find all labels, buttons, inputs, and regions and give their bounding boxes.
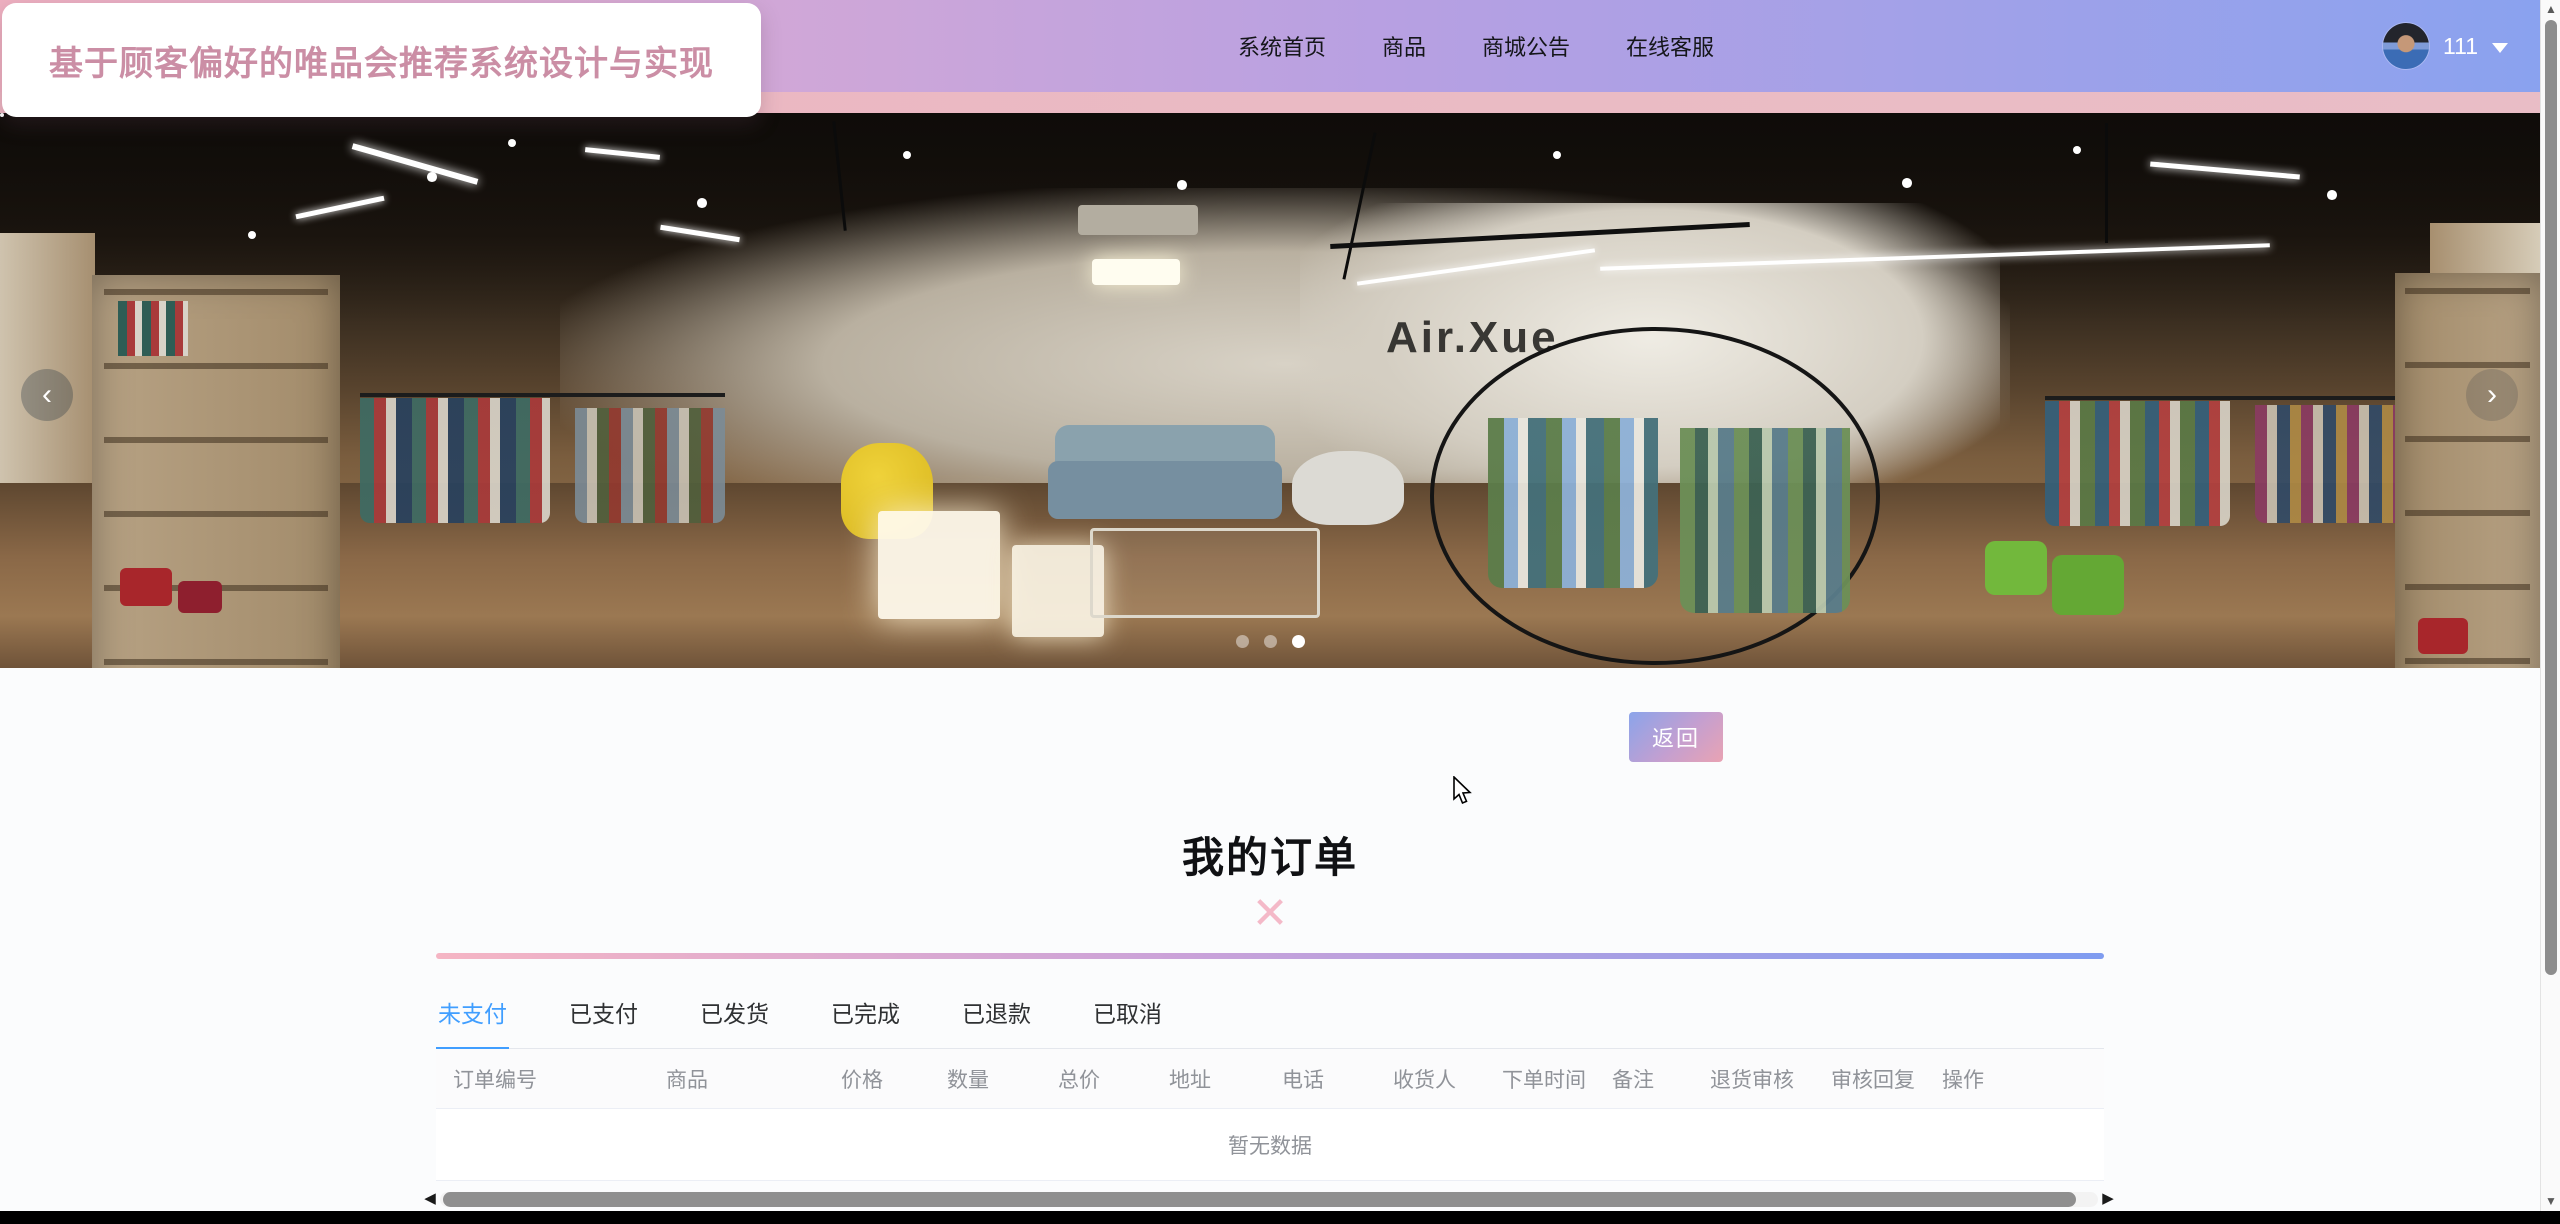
page-title: 我的订单 bbox=[436, 668, 2104, 885]
col-total: 总价 bbox=[1041, 1064, 1152, 1094]
site-title: 基于顾客偏好的唯品会推荐系统设计与实现 bbox=[49, 36, 714, 85]
orders-table: 订单编号 商品 价格 数量 总价 地址 电话 收货人 下单时间 备注 退货审核 … bbox=[436, 1049, 2104, 1181]
col-order-time: 下单时间 bbox=[1485, 1064, 1595, 1094]
col-price: 价格 bbox=[824, 1064, 930, 1094]
tab-refunded[interactable]: 已退款 bbox=[960, 981, 1033, 1048]
nav-item-products[interactable]: 商品 bbox=[1382, 30, 1426, 62]
user-menu[interactable]: 111 bbox=[2383, 0, 2508, 92]
carousel-dots bbox=[0, 635, 2540, 648]
username: 111 bbox=[2443, 33, 2478, 60]
nav-item-customer-service[interactable]: 在线客服 bbox=[1626, 30, 1714, 62]
empty-state-row: 暂无数据 bbox=[436, 1109, 2104, 1181]
carousel-dot[interactable] bbox=[1236, 635, 1249, 648]
vertical-scroll-thumb[interactable] bbox=[2545, 20, 2557, 975]
caret-down-icon bbox=[2492, 43, 2508, 53]
col-product: 商品 bbox=[649, 1064, 824, 1094]
scroll-up-icon[interactable]: ▲ bbox=[2541, 2, 2560, 16]
nav-item-home[interactable]: 系统首页 bbox=[1238, 30, 1326, 62]
order-status-tabs: 未支付 已支付 已发货 已完成 已退款 已取消 bbox=[436, 981, 2104, 1049]
bottom-black-bar bbox=[0, 1211, 2560, 1224]
col-consignee: 收货人 bbox=[1376, 1064, 1485, 1094]
scroll-right-icon[interactable]: ▶ bbox=[2100, 1190, 2116, 1208]
tab-shipped[interactable]: 已发货 bbox=[698, 981, 771, 1048]
col-quantity: 数量 bbox=[930, 1064, 1041, 1094]
tab-unpaid[interactable]: 未支付 bbox=[436, 981, 509, 1049]
tab-cancelled[interactable]: 已取消 bbox=[1091, 981, 1164, 1048]
orders-table-header: 订单编号 商品 价格 数量 总价 地址 电话 收货人 下单时间 备注 退货审核 … bbox=[436, 1049, 2104, 1109]
col-order-id: 订单编号 bbox=[436, 1064, 649, 1094]
main-nav: 系统首页 商品 商城公告 在线客服 bbox=[1238, 0, 1714, 92]
col-return-review: 退货审核 bbox=[1693, 1064, 1814, 1094]
horizontal-scroll-track[interactable] bbox=[440, 1192, 2098, 1207]
empty-state-text: 暂无数据 bbox=[1228, 1130, 1312, 1160]
col-address: 地址 bbox=[1152, 1064, 1265, 1094]
nav-item-announcements[interactable]: 商城公告 bbox=[1482, 30, 1570, 62]
col-remark: 备注 bbox=[1595, 1064, 1693, 1094]
col-actions: 操作 bbox=[1925, 1064, 2104, 1094]
vertical-scrollbar[interactable]: ▲ ▼ bbox=[2540, 0, 2560, 1224]
horizontal-scrollbar[interactable]: ◀ ▶ bbox=[422, 1190, 2116, 1208]
tab-paid[interactable]: 已支付 bbox=[567, 981, 640, 1048]
carousel-dot-active[interactable] bbox=[1292, 635, 1305, 648]
hero-carousel: Air.Xue bbox=[0, 113, 2540, 668]
col-review-reply: 审核回复 bbox=[1814, 1064, 1925, 1094]
scroll-down-icon[interactable]: ▼ bbox=[2541, 1194, 2560, 1208]
back-button[interactable]: 返回 bbox=[1629, 712, 1723, 762]
col-phone: 电话 bbox=[1265, 1064, 1376, 1094]
orders-section: 返回 我的订单 ✕ 未支付 已支付 已发货 已完成 已退款 已取消 订单编号 商… bbox=[0, 668, 2540, 1224]
title-decoration-x: ✕ bbox=[436, 885, 2104, 941]
gradient-divider bbox=[436, 953, 2104, 959]
carousel-prev-button[interactable]: ‹ bbox=[21, 369, 73, 421]
page: 系统首页 商品 商城公告 在线客服 111 基于顾客偏好的唯品会推荐系统设计与实… bbox=[0, 0, 2560, 1224]
horizontal-scroll-thumb[interactable] bbox=[443, 1192, 2076, 1207]
site-title-card: 基于顾客偏好的唯品会推荐系统设计与实现 bbox=[2, 3, 761, 117]
scroll-left-icon[interactable]: ◀ bbox=[422, 1190, 438, 1208]
content-area: 系统首页 商品 商城公告 在线客服 111 基于顾客偏好的唯品会推荐系统设计与实… bbox=[0, 0, 2540, 1224]
user-avatar[interactable] bbox=[2383, 23, 2429, 69]
carousel-dot[interactable] bbox=[1264, 635, 1277, 648]
tab-completed[interactable]: 已完成 bbox=[829, 981, 902, 1048]
carousel-next-button[interactable]: › bbox=[2466, 369, 2518, 421]
